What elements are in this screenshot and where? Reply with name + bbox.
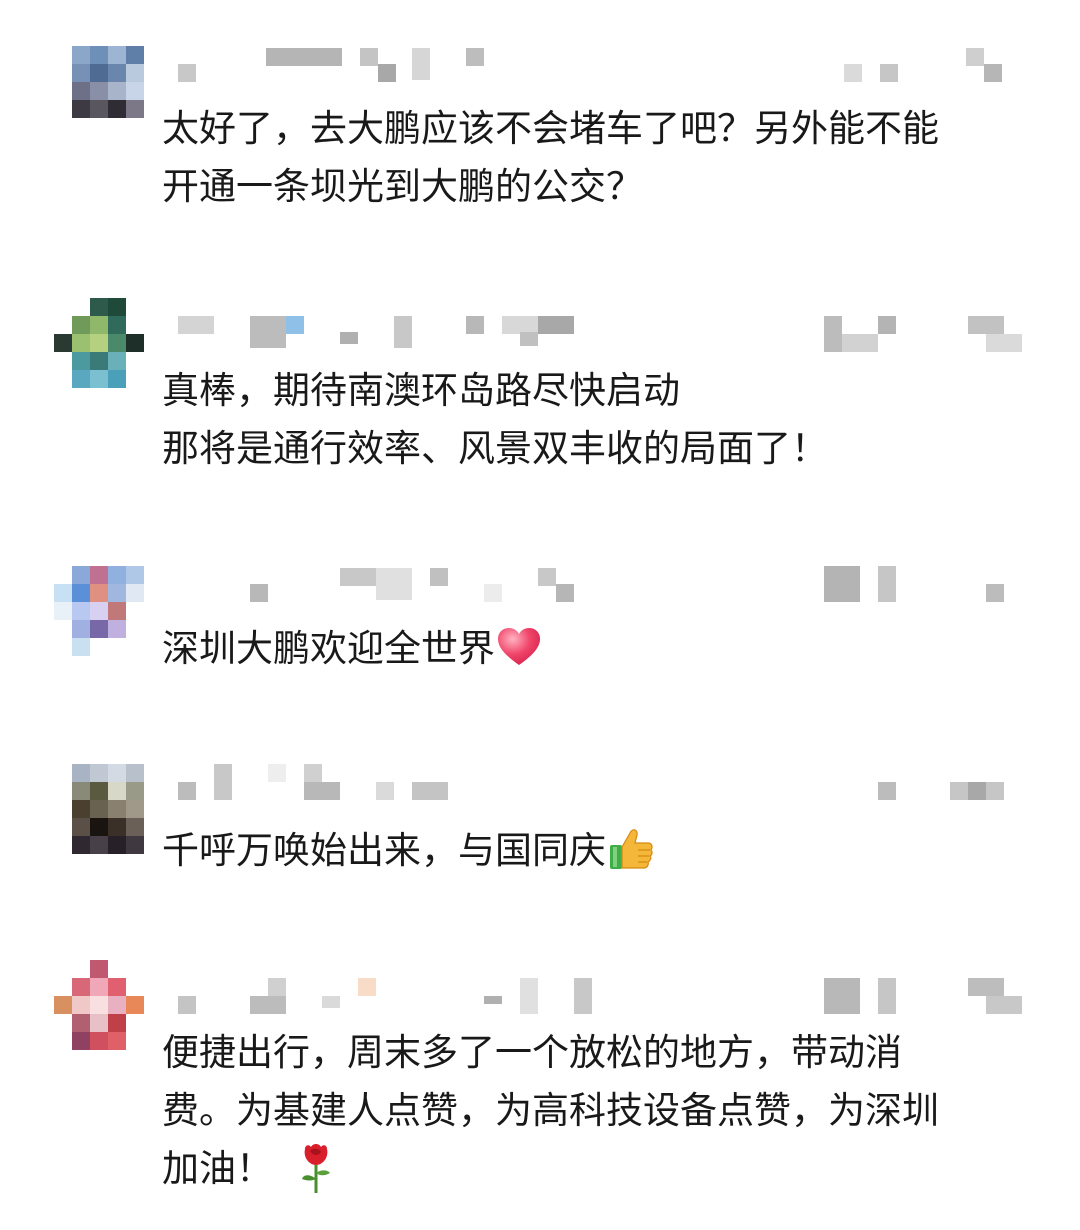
comment-meta-blurred [820,298,1030,352]
author-name-blurred[interactable] [170,764,490,804]
comment-item: 千呼万唤始出来，与国同庆 [0,764,1080,884]
rose-icon [299,1143,333,1195]
author-name-blurred[interactable] [170,298,590,348]
comment-item: 便捷出行，周末多了一个放松的地方，带动消 费。为基建人点赞，为高科技设备点赞，为… [0,960,1080,1210]
comment-item: 真棒，期待南澳环岛路尽快启动 那将是通行效率、风景双丰收的局面了！ [0,298,1080,488]
heart-icon [497,626,541,666]
comment-item: 深圳大鹏欢迎全世界 [0,566,1080,686]
comment-text-label: 深圳大鹏欢迎全世界 [162,627,495,670]
comment-meta-blurred [820,566,1030,606]
comment-meta-blurred [840,46,1010,86]
comment-meta-blurred [860,764,1030,804]
avatar[interactable] [54,566,144,656]
comment-item: 太好了，去大鹏应该不会堵车了吧？另外能不能 开通一条坝光到大鹏的公交？ [0,46,1080,226]
comment-text: 深圳大鹏欢迎全世界 [162,620,1022,678]
thumbs-up-icon [608,825,654,871]
avatar[interactable] [72,764,144,854]
comment-text: 真棒，期待南澳环岛路尽快启动 那将是通行效率、风景双丰收的局面了！ [162,369,828,470]
avatar[interactable] [54,960,144,1050]
comment-text: 太好了，去大鹏应该不会堵车了吧？另外能不能 开通一条坝光到大鹏的公交？ [162,107,939,208]
comment-text-label: 便捷出行，周末多了一个放松的地方，带动消 费。为基建人点赞，为高科技设备点赞，为… [162,1031,939,1190]
comment-text: 千呼万唤始出来，与国同庆 [162,822,1022,880]
author-name-blurred[interactable] [170,960,630,1014]
author-name-blurred[interactable] [170,566,590,606]
author-name-blurred[interactable] [170,46,490,86]
comment-text: 便捷出行，周末多了一个放松的地方，带动消 费。为基建人点赞，为高科技设备点赞，为… [162,1024,1022,1198]
avatar[interactable] [54,298,144,388]
comment-text-label: 千呼万唤始出来，与国同庆 [162,829,606,872]
comment-meta-blurred [820,960,1030,1014]
avatar[interactable] [72,46,144,118]
